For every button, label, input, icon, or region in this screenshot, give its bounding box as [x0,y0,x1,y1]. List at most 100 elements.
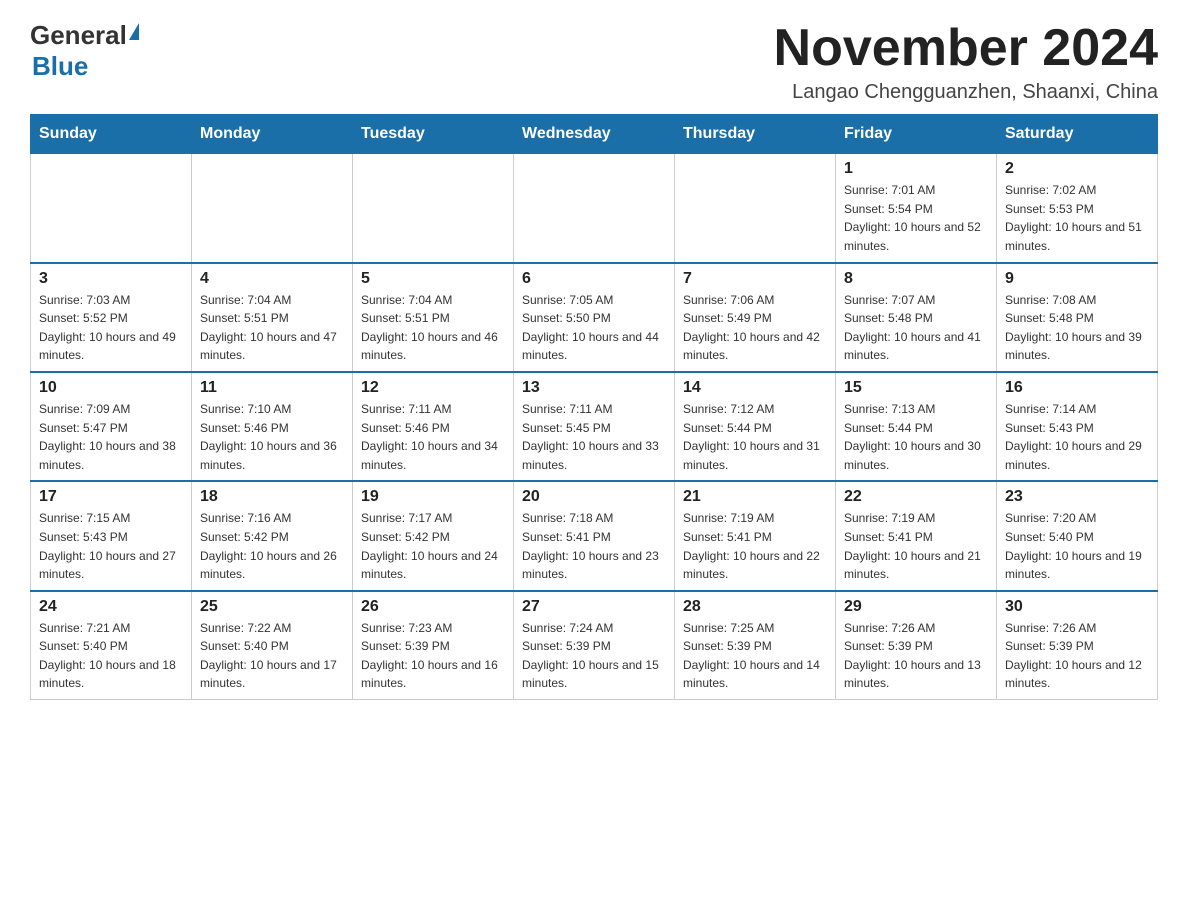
day-number: 12 [361,379,505,397]
calendar-header-sunday: Sunday [31,115,192,154]
logo-general: General [30,20,127,50]
day-info: Sunrise: 7:07 AM Sunset: 5:48 PM Dayligh… [844,291,988,365]
calendar-header-tuesday: Tuesday [353,115,514,154]
day-number: 14 [683,379,827,397]
day-number: 24 [39,598,183,616]
day-number: 21 [683,488,827,506]
day-info: Sunrise: 7:18 AM Sunset: 5:41 PM Dayligh… [522,509,666,583]
calendar-cell: 24 Sunrise: 7:21 AM Sunset: 5:40 PM Dayli… [31,591,192,700]
calendar-cell [675,154,836,263]
calendar-header-saturday: Saturday [997,115,1158,154]
calendar-cell: 27 Sunrise: 7:24 AM Sunset: 5:39 PM Dayli… [514,591,675,700]
calendar-cell: 14 Sunrise: 7:12 AM Sunset: 5:44 PM Dayli… [675,372,836,481]
day-info: Sunrise: 7:26 AM Sunset: 5:39 PM Dayligh… [844,619,988,693]
day-info: Sunrise: 7:16 AM Sunset: 5:42 PM Dayligh… [200,509,344,583]
day-info: Sunrise: 7:15 AM Sunset: 5:43 PM Dayligh… [39,509,183,583]
calendar-cell: 4Sunrise: 7:04 AM Sunset: 5:51 PM Daylig… [192,263,353,372]
logo-triangle-icon [129,23,139,40]
day-info: Sunrise: 7:11 AM Sunset: 5:45 PM Dayligh… [522,400,666,474]
day-number: 25 [200,598,344,616]
calendar-cell: 17 Sunrise: 7:15 AM Sunset: 5:43 PM Dayli… [31,481,192,590]
calendar-week-row: 3Sunrise: 7:03 AM Sunset: 5:52 PM Daylig… [31,263,1158,372]
calendar-cell: 7Sunrise: 7:06 AM Sunset: 5:49 PM Daylig… [675,263,836,372]
calendar-cell: 26 Sunrise: 7:23 AM Sunset: 5:39 PM Dayli… [353,591,514,700]
day-number: 23 [1005,488,1149,506]
day-info: Sunrise: 7:20 AM Sunset: 5:40 PM Dayligh… [1005,509,1149,583]
title-area: November 2024 Langao Chengguanzhen, Shaa… [774,20,1158,104]
calendar-header-thursday: Thursday [675,115,836,154]
page-header: General Blue November 2024 Langao Chengg… [30,20,1158,104]
calendar-cell: 16 Sunrise: 7:14 AM Sunset: 5:43 PM Dayli… [997,372,1158,481]
day-number: 3 [39,270,183,288]
day-number: 20 [522,488,666,506]
calendar-cell: 21 Sunrise: 7:19 AM Sunset: 5:41 PM Dayli… [675,481,836,590]
day-number: 6 [522,270,666,288]
calendar-header-wednesday: Wednesday [514,115,675,154]
day-info: Sunrise: 7:11 AM Sunset: 5:46 PM Dayligh… [361,400,505,474]
calendar-header-friday: Friday [836,115,997,154]
calendar-cell: 13 Sunrise: 7:11 AM Sunset: 5:45 PM Dayli… [514,372,675,481]
day-info: Sunrise: 7:26 AM Sunset: 5:39 PM Dayligh… [1005,619,1149,693]
day-info: Sunrise: 7:02 AM Sunset: 5:53 PM Dayligh… [1005,181,1149,255]
calendar-cell: 15Sunrise: 7:13 AM Sunset: 5:44 PM Dayli… [836,372,997,481]
day-info: Sunrise: 7:25 AM Sunset: 5:39 PM Dayligh… [683,619,827,693]
day-info: Sunrise: 7:24 AM Sunset: 5:39 PM Dayligh… [522,619,666,693]
day-info: Sunrise: 7:19 AM Sunset: 5:41 PM Dayligh… [683,509,827,583]
day-info: Sunrise: 7:08 AM Sunset: 5:48 PM Dayligh… [1005,291,1149,365]
day-info: Sunrise: 7:12 AM Sunset: 5:44 PM Dayligh… [683,400,827,474]
day-info: Sunrise: 7:23 AM Sunset: 5:39 PM Dayligh… [361,619,505,693]
calendar-cell: 6 Sunrise: 7:05 AM Sunset: 5:50 PM Daylig… [514,263,675,372]
day-number: 1 [844,160,988,178]
calendar-cell [514,154,675,263]
day-number: 30 [1005,598,1149,616]
calendar-cell [353,154,514,263]
day-number: 17 [39,488,183,506]
day-info: Sunrise: 7:13 AM Sunset: 5:44 PM Dayligh… [844,400,988,474]
day-number: 11 [200,379,344,397]
calendar-cell: 8 Sunrise: 7:07 AM Sunset: 5:48 PM Daylig… [836,263,997,372]
logo-blue: Blue [32,51,88,81]
day-number: 2 [1005,160,1149,178]
calendar-week-row: 24 Sunrise: 7:21 AM Sunset: 5:40 PM Dayli… [31,591,1158,700]
calendar-cell: 29 Sunrise: 7:26 AM Sunset: 5:39 PM Dayli… [836,591,997,700]
day-info: Sunrise: 7:06 AM Sunset: 5:49 PM Dayligh… [683,291,827,365]
day-number: 29 [844,598,988,616]
logo-area: General Blue [30,20,139,82]
day-number: 28 [683,598,827,616]
calendar-cell: 22 Sunrise: 7:19 AM Sunset: 5:41 PM Dayli… [836,481,997,590]
month-year-title: November 2024 [774,20,1158,77]
day-number: 9 [1005,270,1149,288]
day-number: 22 [844,488,988,506]
day-number: 19 [361,488,505,506]
day-info: Sunrise: 7:17 AM Sunset: 5:42 PM Dayligh… [361,509,505,583]
calendar-header-monday: Monday [192,115,353,154]
calendar-week-row: 10Sunrise: 7:09 AM Sunset: 5:47 PM Dayli… [31,372,1158,481]
calendar-cell: 30 Sunrise: 7:26 AM Sunset: 5:39 PM Dayli… [997,591,1158,700]
calendar-cell [31,154,192,263]
calendar-cell: 12 Sunrise: 7:11 AM Sunset: 5:46 PM Dayli… [353,372,514,481]
day-info: Sunrise: 7:21 AM Sunset: 5:40 PM Dayligh… [39,619,183,693]
calendar-cell: 10Sunrise: 7:09 AM Sunset: 5:47 PM Dayli… [31,372,192,481]
calendar-cell: 11Sunrise: 7:10 AM Sunset: 5:46 PM Dayli… [192,372,353,481]
day-number: 27 [522,598,666,616]
day-number: 5 [361,270,505,288]
day-number: 26 [361,598,505,616]
day-number: 13 [522,379,666,397]
day-info: Sunrise: 7:09 AM Sunset: 5:47 PM Dayligh… [39,400,183,474]
day-number: 8 [844,270,988,288]
day-info: Sunrise: 7:04 AM Sunset: 5:51 PM Dayligh… [200,291,344,365]
day-info: Sunrise: 7:01 AM Sunset: 5:54 PM Dayligh… [844,181,988,255]
calendar-cell: 5Sunrise: 7:04 AM Sunset: 5:51 PM Daylig… [353,263,514,372]
calendar-cell [192,154,353,263]
day-info: Sunrise: 7:19 AM Sunset: 5:41 PM Dayligh… [844,509,988,583]
calendar-week-row: 1 Sunrise: 7:01 AM Sunset: 5:54 PM Daylig… [31,154,1158,263]
day-info: Sunrise: 7:14 AM Sunset: 5:43 PM Dayligh… [1005,400,1149,474]
calendar-cell: 28 Sunrise: 7:25 AM Sunset: 5:39 PM Dayli… [675,591,836,700]
day-number: 16 [1005,379,1149,397]
calendar-week-row: 17 Sunrise: 7:15 AM Sunset: 5:43 PM Dayli… [31,481,1158,590]
calendar-table: SundayMondayTuesdayWednesdayThursdayFrid… [30,114,1158,700]
calendar-cell: 25 Sunrise: 7:22 AM Sunset: 5:40 PM Dayli… [192,591,353,700]
day-info: Sunrise: 7:05 AM Sunset: 5:50 PM Dayligh… [522,291,666,365]
calendar-cell: 2 Sunrise: 7:02 AM Sunset: 5:53 PM Daylig… [997,154,1158,263]
day-info: Sunrise: 7:22 AM Sunset: 5:40 PM Dayligh… [200,619,344,693]
